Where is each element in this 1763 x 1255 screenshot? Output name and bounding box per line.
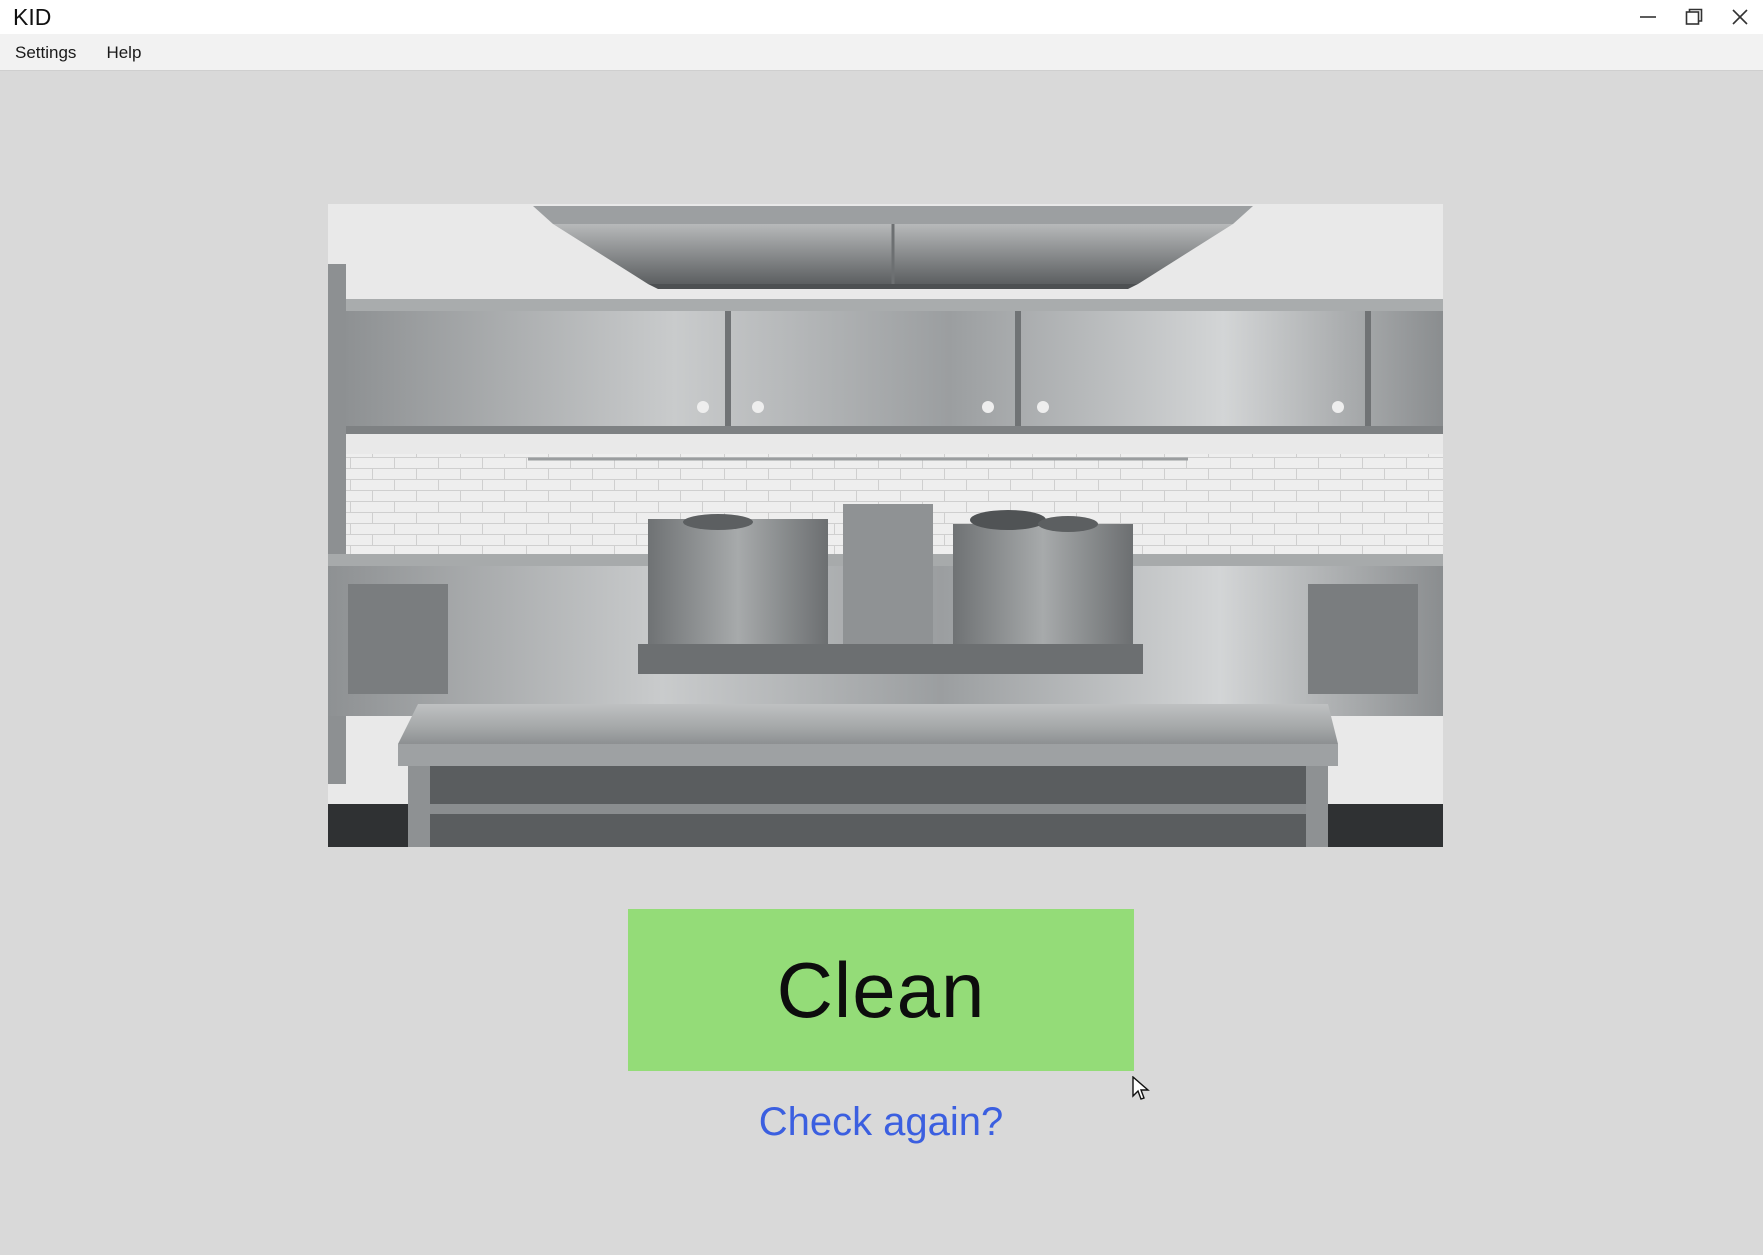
close-icon [1732, 9, 1748, 25]
window-title: KID [13, 4, 52, 30]
result-status-button[interactable]: Clean [628, 909, 1134, 1071]
close-button[interactable] [1717, 0, 1763, 34]
menu-help[interactable]: Help [91, 34, 156, 71]
menu-settings[interactable]: Settings [0, 34, 91, 71]
maximize-icon [1685, 8, 1703, 25]
mouse-cursor-icon [1132, 1076, 1150, 1100]
title-bar: KID [0, 0, 1763, 34]
minimize-button[interactable] [1625, 0, 1671, 34]
check-again-link[interactable]: Check again? [628, 1100, 1134, 1145]
maximize-button[interactable] [1671, 0, 1717, 34]
window-controls [1625, 0, 1763, 34]
minimize-icon [1640, 16, 1656, 18]
app-window: KID Settings Help Clean Check again? [0, 0, 1763, 1255]
kitchen-photo [328, 204, 1443, 847]
menu-bar: Settings Help [0, 34, 1763, 71]
